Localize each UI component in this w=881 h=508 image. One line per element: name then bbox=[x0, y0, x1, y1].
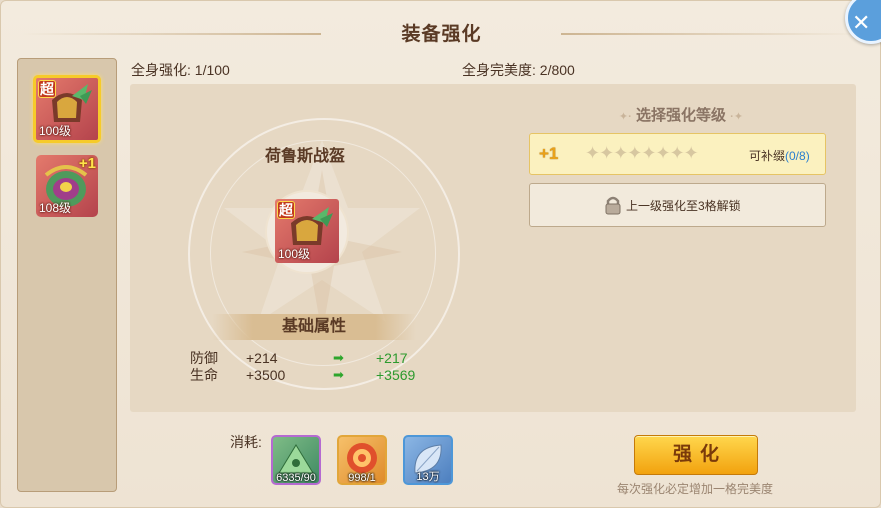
enhance-button[interactable]: 强化 bbox=[634, 435, 758, 475]
perfection-label: 全身完美度: bbox=[462, 62, 536, 78]
full-enhance-stat: 全身强化: 1/100 bbox=[131, 60, 230, 80]
diamond-deco-icon: ✦· bbox=[618, 111, 632, 123]
base-attrs-title: 基础属性 bbox=[212, 314, 416, 340]
material-count: 998/1 bbox=[348, 472, 376, 484]
material-count: 6335/90 bbox=[276, 472, 316, 484]
lock-icon bbox=[604, 195, 622, 215]
material-slot-3[interactable]: 13万 bbox=[403, 435, 453, 485]
equipment-list: 超 100级 +1 108级 bbox=[17, 58, 117, 492]
consume-label: 消耗: bbox=[230, 434, 262, 450]
star-slot-icon: ✦ bbox=[585, 143, 600, 163]
super-badge: 超 bbox=[38, 80, 56, 98]
perfection-stat: 全身完美度: 2/800 bbox=[462, 60, 575, 80]
material-slot-2[interactable]: 998/1 bbox=[337, 435, 387, 485]
item-level: 100级 bbox=[278, 247, 311, 261]
plus-badge: +1 bbox=[78, 155, 96, 172]
arrow-right-icon: ➡ bbox=[333, 367, 344, 382]
panel-title: 装备强化 bbox=[401, 24, 482, 45]
star-slot-icon: ✦ bbox=[669, 143, 685, 163]
close-icon: ✕ bbox=[852, 10, 871, 35]
full-enhance-value: 1/100 bbox=[194, 62, 230, 78]
item-name: 荷鲁斯战盔 bbox=[264, 148, 345, 165]
equipment-slot-armor[interactable]: +1 108级 bbox=[36, 155, 98, 217]
attr-current-hp: +3500 bbox=[246, 367, 286, 383]
star-slot-icon: ✦ bbox=[613, 143, 628, 163]
enhance-hint: 每次强化必定增加一格完美度 bbox=[616, 482, 773, 496]
repair-tag-count: (0/8) bbox=[785, 149, 810, 163]
attr-current-defense: +214 bbox=[246, 350, 278, 366]
repair-tag-label: 可补缀 bbox=[749, 149, 786, 163]
super-badge: 超 bbox=[277, 201, 295, 219]
enhance-select-title: ✦· 选择强化等级 ·✦ bbox=[588, 104, 774, 125]
star-slot-icon: ✦ bbox=[641, 143, 656, 163]
arrow-right-icon: ➡ bbox=[333, 350, 344, 365]
diamond-deco-icon: ·✦ bbox=[730, 111, 744, 123]
material-count: 13万 bbox=[416, 471, 440, 483]
attr-next-hp: +3569 bbox=[376, 367, 416, 383]
perfection-value: 2/800 bbox=[539, 62, 575, 78]
material-slot-1[interactable]: 6335/90 bbox=[271, 435, 321, 485]
star-slot-icon: ✦ bbox=[627, 143, 642, 163]
equipment-level: 108级 bbox=[39, 201, 72, 215]
selected-item[interactable]: 超 100级 bbox=[275, 199, 339, 263]
attr-next-defense: +217 bbox=[376, 350, 408, 366]
star-slot-icon: ✦ bbox=[683, 143, 699, 163]
enhance-option-plus1[interactable]: +1 ✦✦✦✦✦✦✦✦ 可补缀(0/8) bbox=[529, 133, 826, 175]
star-slots: ✦✦✦✦✦✦✦✦ bbox=[585, 143, 699, 164]
star-slot-icon: ✦ bbox=[599, 143, 614, 163]
enhance-option-locked[interactable]: 上一级强化至3格解锁 bbox=[529, 183, 826, 227]
equipment-slot-helmet[interactable]: 超 100级 bbox=[33, 75, 101, 143]
enhance-level-label: +1 bbox=[539, 144, 559, 163]
full-enhance-label: 全身强化: bbox=[131, 62, 191, 78]
equipment-level: 100级 bbox=[39, 124, 72, 138]
attr-name-defense: 防御 bbox=[190, 350, 218, 366]
locked-option-text: 上一级强化至3格解锁 bbox=[626, 199, 741, 213]
attr-name-hp: 生命 bbox=[190, 367, 218, 383]
repair-tag: 可补缀(0/8) bbox=[749, 147, 810, 164]
enhance-select-label: 选择强化等级 bbox=[635, 107, 726, 124]
star-slot-icon: ✦ bbox=[655, 143, 670, 163]
